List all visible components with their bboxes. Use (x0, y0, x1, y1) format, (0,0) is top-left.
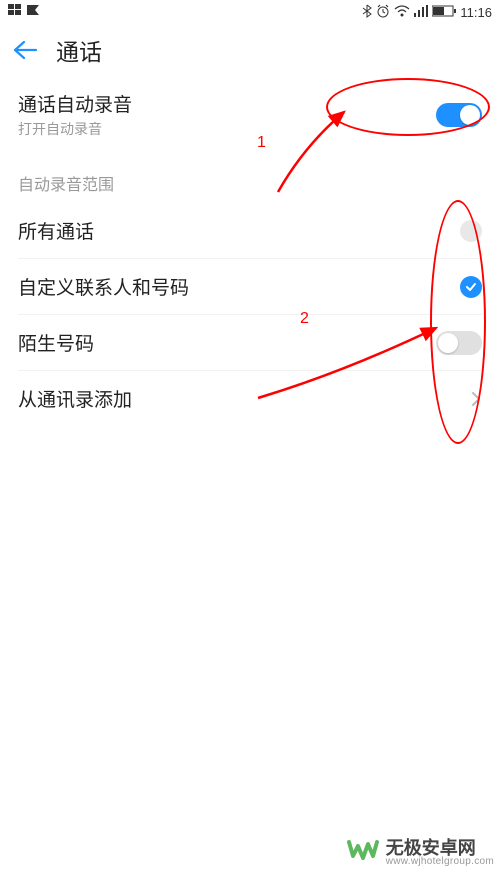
notif-gallery-icon (8, 4, 22, 19)
alarm-icon (376, 4, 390, 21)
custom-contacts-label: 自定义联系人和号码 (18, 273, 189, 300)
bluetooth-icon (362, 4, 372, 21)
custom-contacts-row[interactable]: 自定义联系人和号码 (0, 259, 500, 314)
add-from-contacts-label: 从通讯录添加 (18, 385, 132, 412)
all-calls-label: 所有通话 (18, 217, 94, 244)
watermark: 无极安卓网 www.wjhotelgroup.com (346, 836, 494, 869)
header-bar: 通话 (0, 24, 500, 76)
unknown-numbers-row[interactable]: 陌生号码 (0, 315, 500, 370)
unknown-numbers-toggle[interactable] (436, 331, 482, 355)
back-icon[interactable] (12, 40, 38, 60)
auto-record-subtitle: 打开自动录音 (18, 119, 132, 139)
all-calls-row[interactable]: 所有通话 (0, 203, 500, 258)
battery-icon (432, 5, 456, 20)
add-from-contacts-row[interactable]: 从通讯录添加 (0, 371, 500, 426)
auto-record-toggle[interactable] (436, 103, 482, 127)
scope-section-header: 自动录音范围 (0, 153, 500, 203)
all-calls-radio[interactable] (460, 220, 482, 242)
watermark-logo-icon (346, 836, 380, 869)
auto-record-title: 通话自动录音 (18, 90, 132, 117)
wifi-icon (394, 5, 410, 20)
custom-contacts-radio[interactable] (460, 276, 482, 298)
status-time: 11:16 (460, 5, 492, 20)
watermark-name: 无极安卓网 (386, 839, 494, 857)
auto-record-row[interactable]: 通话自动录音 打开自动录音 (0, 76, 500, 153)
watermark-url: www.wjhotelgroup.com (386, 857, 494, 867)
unknown-numbers-label: 陌生号码 (18, 329, 94, 356)
status-bar: 11:16 (0, 0, 500, 24)
page-title: 通话 (56, 33, 102, 67)
signal-icon (414, 5, 428, 20)
chevron-right-icon (470, 390, 482, 408)
notif-flag-icon (26, 4, 40, 19)
